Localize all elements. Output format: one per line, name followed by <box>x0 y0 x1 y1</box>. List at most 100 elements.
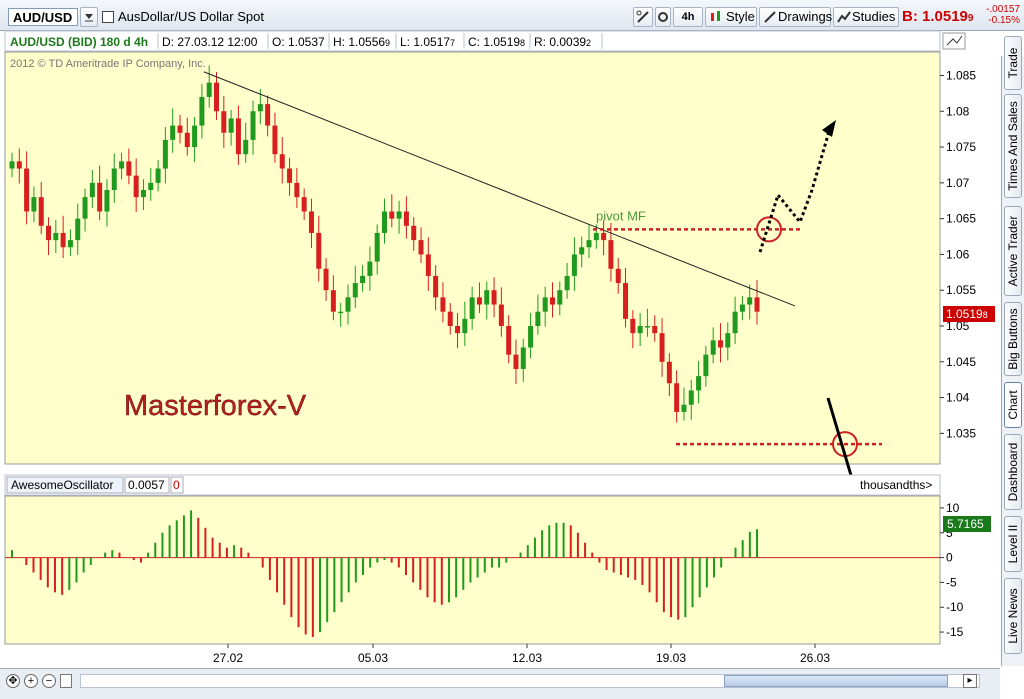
last-price-value: 1.05198 <box>946 307 988 321</box>
candle-body <box>111 168 117 190</box>
drawings-button[interactable]: Drawings <box>759 7 833 27</box>
candle-body <box>455 326 461 334</box>
candle-body <box>9 161 15 169</box>
price-tick-label: 1.055 <box>946 283 976 297</box>
oscillator-name: AwesomeOscillator <box>11 478 113 492</box>
studies-button[interactable]: Studies <box>833 7 899 27</box>
candle-body <box>24 168 30 212</box>
tools-icon <box>636 10 649 23</box>
bid-value: B: 1.0519 <box>902 8 968 25</box>
candle-body <box>469 297 475 319</box>
candle-body <box>484 290 490 305</box>
tab-dashboard[interactable]: Dashboard <box>1004 434 1022 510</box>
price-tick-label: 1.085 <box>946 68 976 82</box>
symbol-input[interactable]: AUD/USD <box>8 8 78 26</box>
candle-body <box>411 225 417 241</box>
candle-body <box>396 211 402 219</box>
candle-body <box>659 333 665 362</box>
candle-body <box>644 326 650 328</box>
time-tick-label: 27.02 <box>213 651 243 665</box>
candle-body <box>615 268 621 284</box>
tab-label: Dashboard <box>1006 442 1020 502</box>
candle-body <box>535 311 541 326</box>
candle-body <box>60 232 66 248</box>
scroll-right-button[interactable]: ▸ <box>963 674 977 688</box>
candle-body <box>46 225 52 241</box>
time-axis: 27.02 05.03 12.03 19.03 26.03 <box>213 644 830 665</box>
candle-body <box>506 326 512 355</box>
tab-live-news[interactable]: Live News <box>1004 578 1022 654</box>
oscillator-last-value: 5.7165 <box>947 517 984 531</box>
candle-body <box>162 139 168 169</box>
candle-body <box>272 125 278 155</box>
time-tick-label: 05.03 <box>358 651 388 665</box>
candle-body <box>717 340 723 348</box>
oscillator-tick-label: 10 <box>946 501 960 515</box>
oscillator-units: thousandths> <box>860 478 932 492</box>
header-high: H: 1.05569 <box>333 35 390 49</box>
copyright-text: 2012 © TD Ameritrade IP Company, Inc. <box>10 58 206 70</box>
symbol-description: AusDollar/US Dollar Spot <box>118 9 264 24</box>
candle-body <box>31 197 37 212</box>
watermark-text: Masterforex-V <box>124 390 307 422</box>
candle-body <box>214 82 220 112</box>
candle-body <box>294 182 300 198</box>
symbol-flag-icon <box>102 11 114 23</box>
chart-options-button[interactable] <box>942 32 966 50</box>
tab-label: Big Buttons <box>1006 308 1020 370</box>
tab-trade[interactable]: Trade <box>1004 36 1022 90</box>
zoom-out-button[interactable]: − <box>42 674 56 688</box>
candle-body <box>564 275 570 291</box>
time-tick-label: 12.03 <box>512 651 542 665</box>
candle-body <box>491 290 497 305</box>
style-label: Style <box>726 9 755 24</box>
timeframe-button[interactable]: 4h <box>673 7 703 27</box>
candle-body <box>739 304 745 312</box>
candle-body <box>316 232 322 269</box>
candle-body <box>557 290 563 305</box>
oscillator-extra: 0 <box>173 478 180 492</box>
time-scrollbar-thumb[interactable] <box>724 675 948 687</box>
candle-body <box>754 297 760 312</box>
header-open: O: 1.0537 <box>272 35 325 49</box>
symbol-dropdown-button[interactable] <box>80 7 98 27</box>
drawings-label: Drawings <box>778 9 833 24</box>
candle-body <box>696 376 702 391</box>
candle-body <box>148 182 154 190</box>
price-tick-label: 1.045 <box>946 355 976 369</box>
oscillator-tick-label: -10 <box>946 600 964 614</box>
price-change: -.00157 -0.15% <box>986 4 1020 26</box>
candle-body <box>403 211 409 226</box>
drawing-tools-button[interactable] <box>633 7 653 27</box>
candle-body <box>732 311 738 334</box>
candle-body <box>155 168 161 183</box>
tab-active-trader[interactable]: Active Trader <box>1004 206 1022 296</box>
candle-body <box>710 340 716 355</box>
candle-body <box>549 297 555 305</box>
candle-body <box>301 197 307 212</box>
price-chart[interactable]: AUD/USD (BID) 180 d 4h D: 27.03.12 12:00 O… <box>0 30 1000 668</box>
zoom-fit-button[interactable]: ✥ <box>6 674 20 688</box>
tab-big-buttons[interactable]: Big Buttons <box>1004 302 1022 376</box>
candle-body <box>367 261 373 276</box>
candle-body <box>389 211 395 219</box>
tab-level-ii[interactable]: Level II <box>1004 516 1022 572</box>
zoom-in-button[interactable]: + <box>24 674 38 688</box>
chart-header: AUD/USD (BID) 180 d 4h D: 27.03.12 12:00 O… <box>10 33 603 49</box>
change-percent: -0.15% <box>988 15 1020 26</box>
studies-label: Studies <box>852 9 896 24</box>
drag-mode-button[interactable] <box>60 674 72 688</box>
pencil-icon <box>764 11 776 23</box>
style-button[interactable]: Style <box>705 7 757 27</box>
candle-body <box>133 175 139 198</box>
tab-chart[interactable]: Chart <box>1004 382 1022 428</box>
candle-body <box>418 240 424 255</box>
candle-body <box>97 182 103 212</box>
settings-button[interactable] <box>655 7 671 27</box>
candle-body <box>382 211 387 233</box>
price-tick-label: 1.07 <box>946 176 970 190</box>
tab-times-and-sales[interactable]: Times And Sales <box>1004 94 1022 198</box>
candle-body <box>170 125 176 140</box>
bid-sup: 9 <box>967 13 974 24</box>
candle-body <box>498 304 504 326</box>
